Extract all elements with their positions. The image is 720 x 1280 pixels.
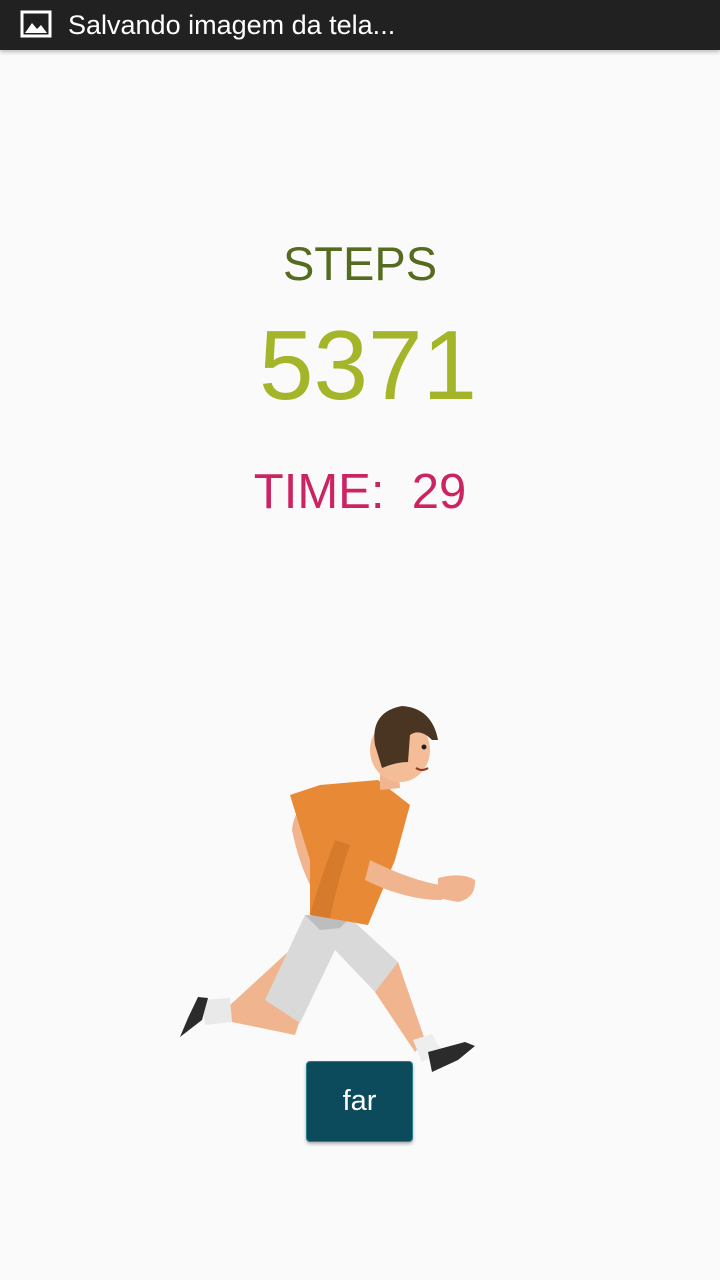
time-label: TIME: [253, 465, 385, 519]
running-man-illustration [180, 706, 476, 1072]
far-button[interactable]: far [306, 1061, 413, 1142]
time-value: 29 [411, 465, 467, 519]
status-bar-notification-text: Salvando imagem da tela... [68, 10, 396, 40]
status-bar: Salvando imagem da tela... [0, 0, 720, 50]
steps-label: STEPS [282, 237, 438, 290]
image-icon [20, 10, 52, 38]
steps-count: 5371 [258, 310, 477, 420]
time-row: TIME: 29 [0, 462, 720, 522]
